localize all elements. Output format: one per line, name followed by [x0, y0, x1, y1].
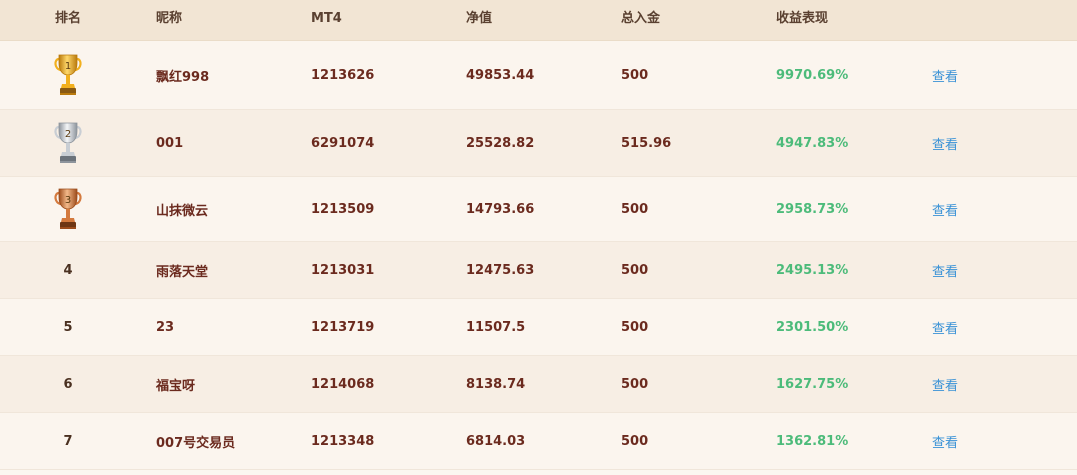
header-deposit: 总入金 [621, 11, 661, 26]
table-row: 1 飘红998 1213626 49853.44 500 9970.69% 查看 [0, 41, 1077, 110]
mt4-account-cell: 1213509 [311, 201, 375, 217]
table-row: 5 23 1213719 11507.5 500 2301.50% 查看 [0, 299, 1077, 356]
header-performance: 收益表现 [776, 11, 829, 26]
equity-cell: 25528.82 [466, 135, 535, 151]
performance-cell: 9970.69% [776, 67, 849, 83]
deposit-cell: 500 [621, 201, 649, 217]
equity-cell: 14793.66 [466, 201, 535, 217]
table-row: 7 007号交易员 1213348 6814.03 500 1362.81% 查看 [0, 413, 1077, 470]
table-row: 3 山抹微云 1213509 14793.66 500 2958.73% 查看 [0, 177, 1077, 242]
performance-cell: 2301.50% [776, 319, 849, 335]
header-equity: 净值 [466, 11, 493, 26]
mt4-account-cell: 1213719 [311, 319, 375, 335]
equity-cell: 6814.03 [466, 433, 526, 449]
rank-number: 5 [63, 319, 73, 335]
rank-number: 2 [64, 129, 72, 140]
deposit-cell: 500 [621, 376, 649, 392]
performance-cell: 4947.83% [776, 135, 849, 151]
mt4-account-cell: 6291074 [311, 135, 375, 151]
rank-number: 7 [63, 433, 73, 449]
header-mt4: MT4 [311, 11, 342, 26]
table-row: 4 雨落天堂 1213031 12475.63 500 2495.13% 查看 [0, 242, 1077, 299]
mt4-account-cell: 1213031 [311, 262, 375, 278]
silver-trophy-icon: 2 [54, 121, 82, 165]
view-link[interactable]: 查看 [932, 242, 958, 298]
deposit-cell: 500 [621, 319, 649, 335]
table-row: 6 福宝呀 1214068 8138.74 500 1627.75% 查看 [0, 356, 1077, 413]
rank-number: 4 [63, 262, 73, 278]
nickname-cell: 007号交易员 [156, 435, 236, 451]
performance-cell: 1362.81% [776, 433, 849, 449]
view-link[interactable]: 查看 [932, 110, 958, 176]
leaderboard-table: 排名 昵称 MT4 净值 总入金 收益表现 1 飘红998 1213626 49853… [0, 0, 1077, 475]
deposit-cell: 500 [621, 433, 649, 449]
nickname-cell: 001 [156, 135, 184, 151]
bronze-trophy-icon: 3 [54, 187, 82, 231]
rank-number: 6 [63, 376, 73, 392]
view-link[interactable]: 查看 [932, 177, 958, 241]
view-link[interactable]: 查看 [932, 299, 958, 355]
equity-cell: 11507.5 [466, 319, 526, 335]
rank-trophy: 3 [54, 177, 82, 241]
deposit-cell: 500 [621, 262, 649, 278]
mt4-account-cell: 1213348 [311, 433, 375, 449]
view-link[interactable]: 查看 [932, 41, 958, 109]
header-nickname: 昵称 [156, 11, 183, 26]
deposit-cell: 500 [621, 67, 649, 83]
nickname-cell: 雨落天堂 [156, 264, 209, 280]
view-link[interactable]: 查看 [932, 413, 958, 469]
nickname-cell: 飘红998 [156, 69, 210, 85]
equity-cell: 8138.74 [466, 376, 526, 392]
gold-trophy-icon: 1 [54, 53, 82, 97]
nickname-cell: 山抹微云 [156, 203, 209, 219]
header-rank: 排名 [55, 11, 82, 26]
nickname-cell: 23 [156, 319, 175, 335]
rank-number: 3 [64, 195, 72, 206]
equity-cell: 49853.44 [466, 67, 535, 83]
performance-cell: 2958.73% [776, 201, 849, 217]
rank-trophy: 2 [54, 110, 82, 176]
deposit-cell: 515.96 [621, 135, 672, 151]
performance-cell: 1627.75% [776, 376, 849, 392]
table-header: 排名 昵称 MT4 净值 总入金 收益表现 [0, 0, 1077, 41]
nickname-cell: 福宝呀 [156, 378, 196, 394]
table-row: 2 001 6291074 25528.82 515.96 4947.83% 查看 [0, 110, 1077, 177]
rank-trophy: 1 [54, 41, 82, 109]
rank-number: 1 [64, 61, 72, 72]
performance-cell: 2495.13% [776, 262, 849, 278]
mt4-account-cell: 1214068 [311, 376, 375, 392]
equity-cell: 12475.63 [466, 262, 535, 278]
mt4-account-cell: 1213626 [311, 67, 375, 83]
view-link[interactable]: 查看 [932, 356, 958, 412]
